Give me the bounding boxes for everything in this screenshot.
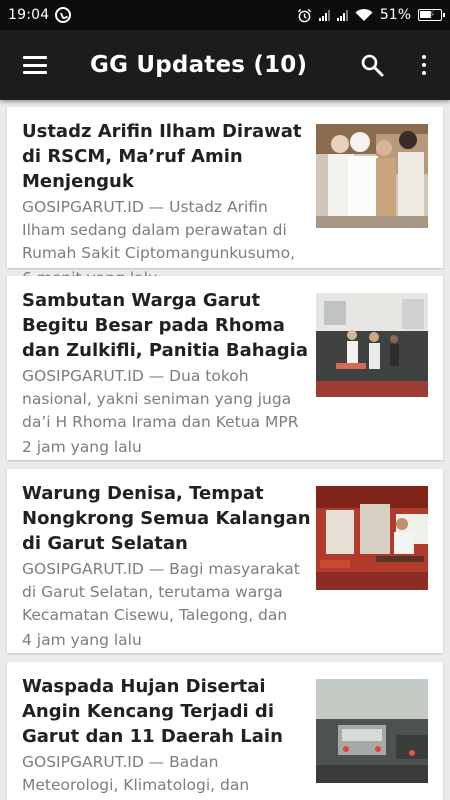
whatsapp-icon — [55, 7, 72, 23]
article-thumbnail — [316, 124, 428, 228]
battery-percent: 51% — [379, 7, 411, 23]
signal-icon — [336, 9, 348, 21]
article-thumbnail — [316, 293, 428, 397]
more-vert-icon — [422, 55, 426, 75]
search-icon — [361, 54, 384, 77]
menu-button[interactable] — [0, 30, 70, 100]
battery-charging-icon: ⚡ — [418, 8, 445, 21]
article-title: Ustadz Arifin Ilham Dirawat di RSCM, Ma’… — [22, 121, 302, 192]
article-excerpt: GOSIPGARUT.ID — Ustadz Arifin Ilham seda… — [22, 198, 296, 262]
article-excerpt: GOSIPGARUT.ID — Badan Meteorologi, Klima… — [22, 753, 300, 800]
status-time: 19:04 — [8, 7, 50, 23]
article-card[interactable]: Sambutan Warga Garut Begitu Besar pada R… — [7, 276, 443, 460]
signal-icon — [318, 9, 330, 21]
alarm-icon — [297, 8, 311, 22]
wifi-icon — [355, 8, 373, 21]
article-card[interactable]: Waspada Hujan Disertai Angin Kencang Ter… — [7, 662, 443, 800]
article-time: 4 jam yang lalu — [22, 631, 142, 649]
article-excerpt: GOSIPGARUT.ID — Dua tokoh nasional, yakn… — [22, 367, 299, 431]
app-bar: GG Updates (10) — [0, 30, 450, 100]
hamburger-menu-icon — [23, 56, 47, 74]
page-title: GG Updates (10) — [90, 52, 308, 78]
article-title: Warung Denisa, Tempat Nongkrong Semua Ka… — [22, 483, 311, 554]
search-button[interactable] — [346, 30, 398, 100]
article-thumbnail — [316, 486, 428, 590]
status-bar: 19:04 51% ⚡ — [0, 0, 450, 30]
status-icons: 51% ⚡ — [297, 7, 445, 23]
article-title: Sambutan Warga Garut Begitu Besar pada R… — [22, 290, 308, 361]
article-card[interactable]: Warung Denisa, Tempat Nongkrong Semua Ka… — [7, 469, 443, 653]
overflow-menu-button[interactable] — [398, 30, 450, 100]
article-title: Waspada Hujan Disertai Angin Kencang Ter… — [22, 676, 283, 747]
news-feed[interactable]: Ustadz Arifin Ilham Dirawat di RSCM, Ma’… — [0, 100, 450, 800]
article-time: 2 jam yang lalu — [22, 438, 142, 456]
article-thumbnail — [316, 679, 428, 783]
article-card[interactable]: Ustadz Arifin Ilham Dirawat di RSCM, Ma’… — [7, 107, 443, 287]
article-excerpt: GOSIPGARUT.ID — Bagi masyarakat di Garut… — [22, 560, 300, 624]
